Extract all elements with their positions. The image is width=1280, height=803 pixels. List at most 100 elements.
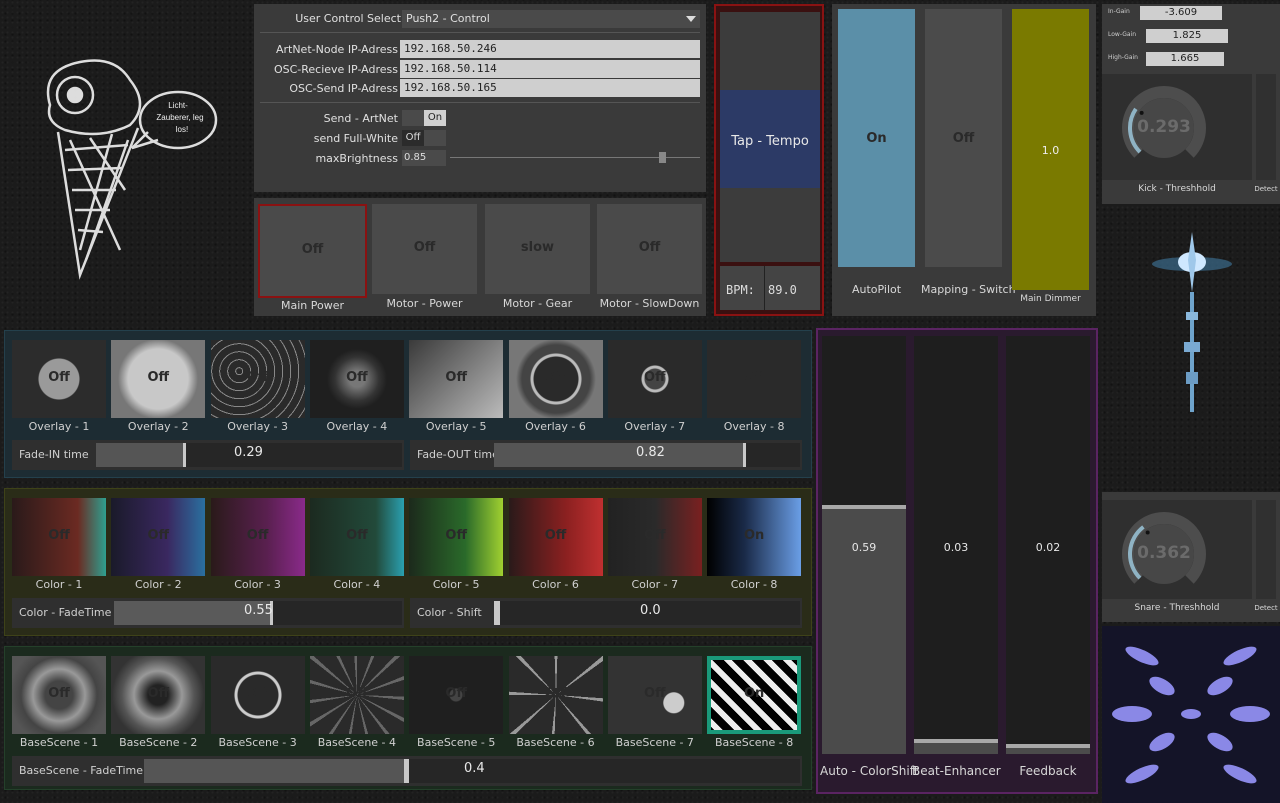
color-state: Off [544, 528, 567, 543]
divider [764, 266, 765, 310]
basescene-label: BaseScene - 4 [317, 736, 397, 749]
power-button-3[interactable]: slow Motor - Gear [485, 204, 590, 310]
basescene-state: Off [48, 686, 70, 701]
divider [260, 102, 700, 103]
overlay-state: Off [743, 370, 765, 385]
snare-label: Snare - Threshhold [1134, 603, 1220, 613]
toggle-1[interactable]: On [838, 9, 915, 267]
overlay-7[interactable]: Off [607, 340, 702, 418]
overlay-3[interactable]: Off [210, 340, 305, 418]
basescene-5[interactable]: Off [409, 656, 504, 734]
overlay-1[interactable]: Off [12, 340, 106, 418]
overlay-6[interactable]: Off [508, 340, 603, 418]
color-state: Off [445, 528, 467, 543]
fader-handle[interactable] [822, 505, 906, 509]
basescene-1[interactable]: Off [12, 656, 106, 734]
send-artnet-toggle[interactable]: On [402, 110, 446, 126]
basescene-label: BaseScene - 2 [119, 736, 198, 749]
color-2[interactable]: Off [111, 498, 206, 576]
base-fade-slider[interactable]: BaseScene - FadeTime 0.4 [12, 756, 802, 786]
fader-handle[interactable] [1006, 744, 1090, 748]
overlay-4[interactable]: Off [309, 340, 404, 418]
osc-receive-ip-field[interactable]: 192.168.50.114 [400, 60, 700, 78]
gain-row-1[interactable]: In-Gain -3.609 [1102, 4, 1280, 22]
overlay-2[interactable]: Off [111, 340, 206, 418]
basescene-8[interactable]: On [707, 656, 802, 734]
power-button-1[interactable]: Off Main Power [258, 204, 367, 312]
color-state: Off [147, 528, 170, 543]
snare-detect-bar [1256, 500, 1276, 599]
gain-value[interactable]: 1.825 [1146, 29, 1228, 43]
color-6[interactable]: Off [508, 498, 603, 576]
color-3[interactable]: Off [210, 498, 305, 576]
base-fade-knob[interactable] [404, 759, 410, 783]
user-control-select[interactable]: Push2 - Control [402, 10, 700, 28]
color-1[interactable]: Off [12, 498, 106, 576]
color-8[interactable]: On [707, 498, 802, 576]
fader-1[interactable]: 0.59 [822, 336, 906, 754]
basescene-4[interactable]: Off [309, 656, 404, 734]
max-brightness-value-box[interactable]: 0.85 [402, 150, 446, 166]
basescene-label: BaseScene - 3 [218, 736, 297, 749]
fade-in-value: 0.29 [234, 445, 263, 460]
fade-in-label: Fade-IN time [19, 448, 89, 461]
gain-label: High-Gain [1108, 54, 1138, 61]
basescene-label: BaseScene - 7 [615, 736, 694, 749]
color-shift-slider[interactable]: Color - Shift 0.0 [410, 598, 802, 628]
overlay-5[interactable]: Off [409, 340, 504, 418]
fader-handle[interactable] [914, 739, 998, 743]
overlay-state: Off [246, 370, 269, 385]
overlay-state: Off [48, 370, 70, 385]
settings-panel: User Control Select Push2 - Control ArtN… [254, 4, 706, 192]
gain-row-2[interactable]: Low-Gain 1.825 [1102, 27, 1280, 45]
color-7[interactable]: Off [607, 498, 702, 576]
power-button-label: Motor - Gear [502, 297, 573, 310]
overlay-state: Off [445, 370, 467, 385]
fader-label: Auto - ColorShift [820, 764, 919, 778]
fader-3[interactable]: 0.02 [1006, 336, 1090, 754]
bpm-value[interactable]: 89.0 [768, 283, 797, 297]
gain-row-3[interactable]: High-Gain 1.665 [1102, 50, 1280, 68]
power-button-label: Main Power [280, 299, 344, 312]
overlay-label: Overlay - 3 [227, 420, 288, 433]
overlay-8[interactable]: Off [707, 340, 802, 418]
basescene-2[interactable]: Off [111, 656, 206, 734]
base-fade-label: BaseScene - FadeTime [19, 764, 144, 777]
toggle-label: Mapping - Switch [921, 283, 1016, 296]
gain-value[interactable]: 1.665 [1146, 52, 1224, 66]
color-shift-knob[interactable] [494, 601, 500, 625]
toggle-2[interactable]: Off [925, 9, 1002, 267]
toggle-3[interactable]: 1.0 [1012, 9, 1089, 290]
gain-value[interactable]: -3.609 [1140, 6, 1222, 20]
toggle-label: AutoPilot [851, 283, 902, 296]
overlay-state: Off [544, 370, 567, 385]
basescene-3[interactable]: Off [210, 656, 305, 734]
fade-out-knob[interactable] [742, 443, 746, 467]
color-fade-slider[interactable]: Color - FadeTime 0.55 [12, 598, 404, 628]
basescene-state: On [743, 686, 765, 701]
basescene-state: Off [246, 686, 269, 701]
power-button-4[interactable]: Off Motor - SlowDown [597, 204, 702, 310]
overlay-label: Overlay - 2 [127, 420, 189, 433]
max-brightness-knob[interactable] [658, 152, 666, 163]
fade-in-knob[interactable] [182, 443, 186, 467]
osc-send-ip-field[interactable]: 192.168.50.165 [400, 79, 700, 97]
fade-in-slider[interactable]: Fade-IN time 0.29 [12, 440, 404, 470]
tap-tempo-button[interactable]: Tap - Tempo [720, 12, 820, 262]
fader-2[interactable]: 0.03 [914, 336, 998, 754]
color-4[interactable]: Off [309, 498, 404, 576]
color-state: Off [48, 528, 70, 543]
power-button-2[interactable]: Off Motor - Power [372, 204, 477, 310]
overlay-label: Overlay - 6 [525, 420, 586, 433]
artnet-ip-field[interactable]: 192.168.50.246 [400, 40, 700, 58]
send-full-white-toggle[interactable]: Off [402, 130, 446, 146]
color-5[interactable]: Off [409, 498, 504, 576]
svg-text:los!: los! [176, 125, 188, 134]
basescene-7[interactable]: Off [607, 656, 702, 734]
send-artnet-value: On [424, 110, 446, 126]
max-brightness-slider[interactable] [450, 152, 700, 163]
color-fade-value: 0.55 [244, 603, 273, 618]
basescene-6[interactable]: Off [508, 656, 603, 734]
basescene-label: BaseScene - 8 [714, 736, 794, 749]
fade-out-slider[interactable]: Fade-OUT time 0.82 [410, 440, 802, 470]
